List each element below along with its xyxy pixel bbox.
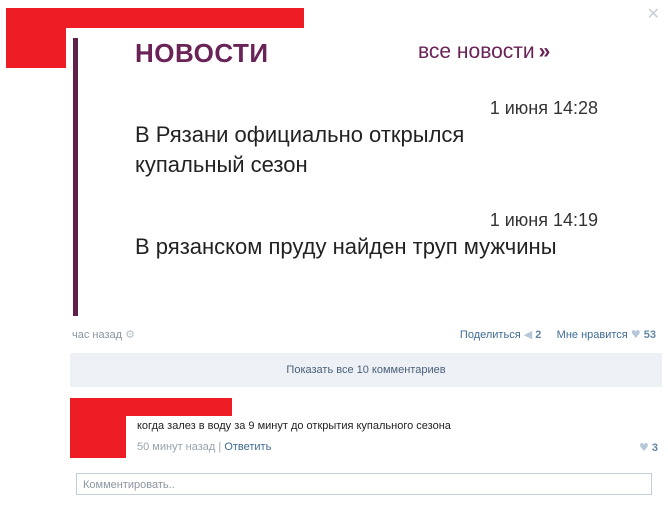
comment-input[interactable]: Комментировать.. — [76, 473, 652, 495]
share-count: 2 — [535, 329, 542, 341]
show-all-comments-button[interactable]: Показать все 10 комментариев — [70, 353, 662, 387]
news-accent-bar — [73, 38, 78, 316]
comment-like-count: 3 — [651, 442, 658, 454]
all-news-label: все новости — [418, 40, 535, 63]
comment-meta-separator: | — [218, 441, 222, 453]
news-image[interactable]: НОВОСТИ все новости» 1 июня 14:28 В Ряза… — [68, 28, 628, 320]
news-item-title: В Рязани официально открылся купальный с… — [135, 122, 465, 177]
like-label: Мне нравится — [556, 329, 628, 341]
like-button[interactable]: Мне нравится ♥ 53 — [556, 328, 656, 341]
comment-like-button[interactable]: ♥ 3 — [639, 441, 658, 454]
like-count: 53 — [643, 329, 656, 341]
redacted-avatar-top-left — [6, 8, 66, 68]
comment-item: когда залез в воду за 9 минут до открыти… — [70, 398, 662, 458]
post-time[interactable]: час назад — [72, 329, 122, 341]
comment-text: когда залез в воду за 9 минут до открыти… — [137, 420, 451, 432]
post-time-group: час назад ⚙ — [72, 328, 135, 341]
reply-link[interactable]: Ответить — [224, 441, 271, 453]
comment-time[interactable]: 50 минут назад — [137, 441, 215, 453]
gear-icon[interactable]: ⚙ — [125, 328, 135, 341]
heart-icon: ♥ — [638, 441, 649, 454]
share-button[interactable]: Поделиться ◀ 2 — [459, 328, 542, 341]
post-meta: час назад ⚙ Поделиться ◀ 2 Мне нравится ♥… — [72, 328, 656, 344]
news-item-time: 1 июня 14:28 — [489, 98, 598, 118]
close-icon[interactable]: ✕ — [647, 6, 660, 22]
heart-icon: ♥ — [630, 328, 641, 341]
news-item-time: 1 июня 14:19 — [489, 210, 598, 230]
megaphone-icon: ◀ — [523, 328, 533, 341]
all-news-link[interactable]: все новости» — [418, 40, 550, 64]
news-item-title: В рязанском пруду найден труп мужчины — [135, 234, 557, 259]
comment-meta: 50 минут назад | Ответить — [137, 441, 271, 453]
news-heading: НОВОСТИ — [135, 38, 269, 68]
post-actions: Поделиться ◀ 2 Мне нравится ♥ 53 — [460, 328, 656, 341]
double-chevron-right-icon: » — [538, 40, 551, 63]
share-label: Поделиться — [459, 329, 521, 341]
